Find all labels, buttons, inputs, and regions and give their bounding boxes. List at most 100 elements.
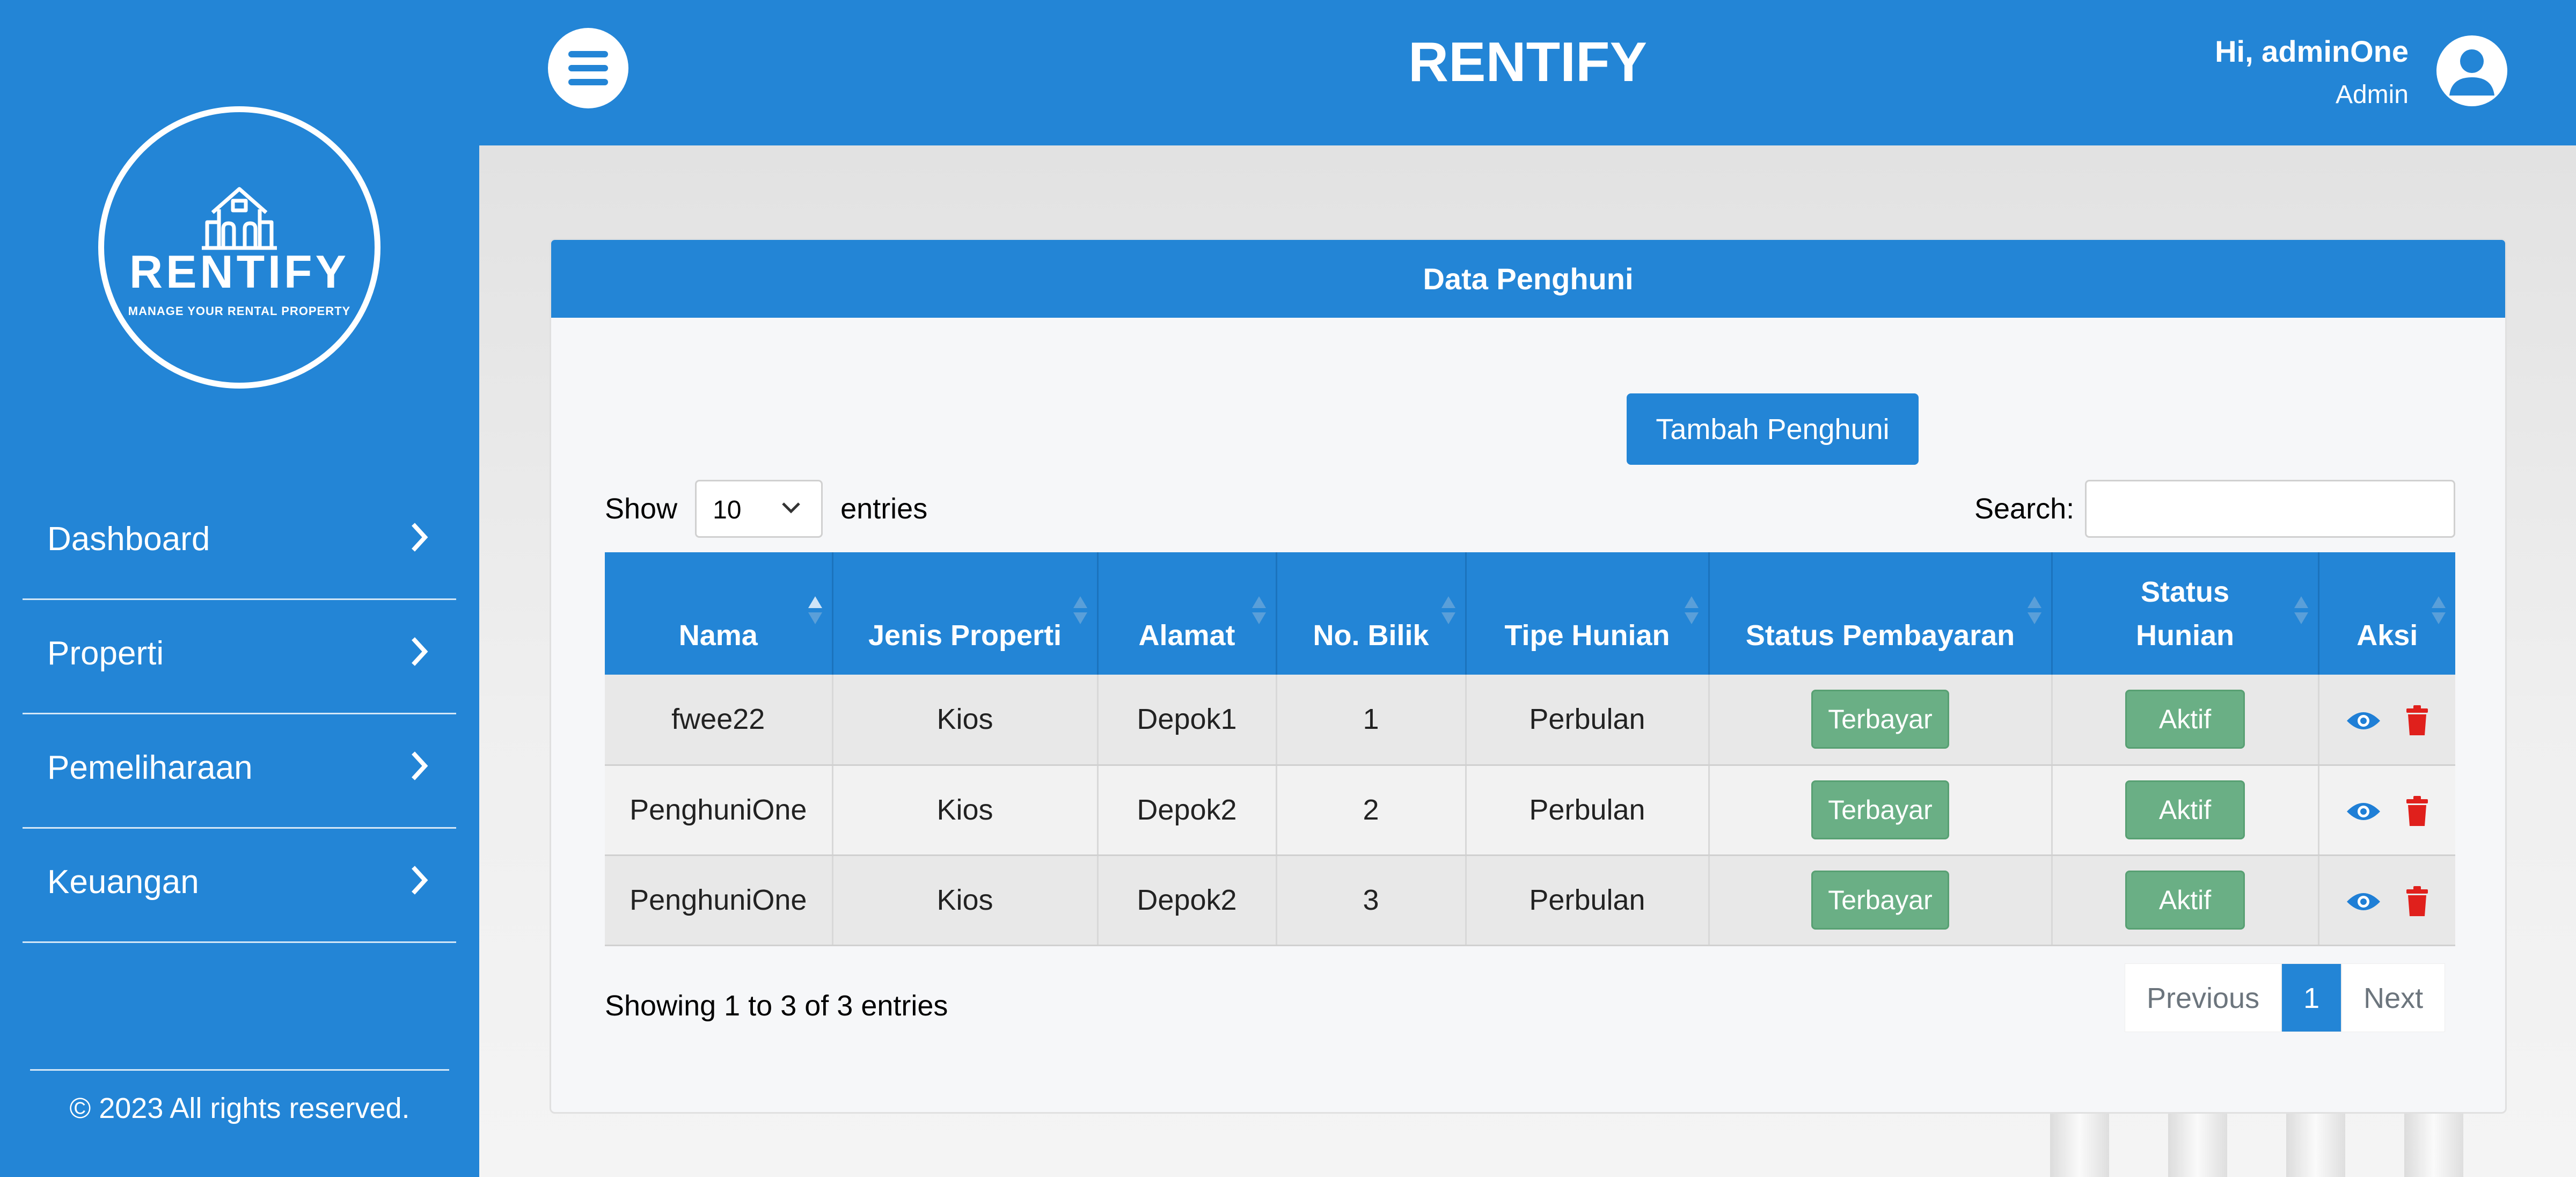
column-header-aksi[interactable]: Aksi (2318, 552, 2455, 675)
column-header-label: Alamat (1138, 619, 1235, 652)
column-header-label: Status Hunian (2136, 576, 2234, 652)
add-penghuni-button[interactable]: Tambah Penghuni (1627, 393, 1919, 465)
occupancy-status-badge: Aktif (2125, 690, 2245, 749)
search-input[interactable] (2085, 480, 2455, 538)
column-header-jenis-properti[interactable]: Jenis Properti (832, 552, 1099, 675)
sidebar-item-pemeliharaan[interactable]: Pemeliharaan (23, 714, 456, 829)
column-header-alamat[interactable]: Alamat (1097, 552, 1277, 675)
table-info: Showing 1 to 3 of 3 entries (605, 990, 948, 1022)
data-penghuni-card: Data Penghuni Tambah Penghuni Show 10 en… (550, 238, 2507, 1114)
show-label: Show (605, 493, 678, 525)
entries-length-control: Show 10 entries (605, 480, 927, 538)
sidebar-item-label: Dashboard (47, 521, 210, 558)
pagination: Previous 1 Next (2125, 963, 2446, 1032)
cell-status-pembayaran: Terbayar (1709, 675, 2053, 766)
column-header-nama[interactable]: Nama (605, 552, 833, 675)
cell-aksi (2318, 765, 2455, 856)
pagination-next[interactable]: Next (2341, 963, 2446, 1032)
search-label: Search: (1974, 493, 2075, 525)
brand-logo: RENTIFY MANAGE YOUR RENTAL PROPERTY (98, 106, 380, 389)
sort-icon (2294, 596, 2308, 624)
logo-wordmark: RENTIFY (129, 246, 349, 298)
chevron-right-icon (412, 523, 428, 552)
cell-nama: PenghuniOne (605, 855, 833, 946)
column-header-status-hunian[interactable]: Status Hunian (2052, 552, 2319, 675)
background-decoration (2404, 1111, 2463, 1177)
sidebar-item-label: Properti (47, 635, 164, 672)
user-greeting: Hi, adminOne (2215, 34, 2409, 68)
chevron-right-icon (412, 866, 428, 895)
entries-select-value: 10 (713, 496, 742, 524)
sidebar-footer: © 2023 All rights reserved. (30, 1069, 449, 1126)
sort-icon (2432, 596, 2446, 624)
table-row: PenghuniOne Kios Depok2 3 Perbulan Terba… (605, 855, 2455, 946)
column-header-tipe-hunian[interactable]: Tipe Hunian (1466, 552, 1710, 675)
cell-no-bilik: 3 (1276, 855, 1467, 946)
sort-ascending-icon (808, 596, 822, 624)
pagination-page-current[interactable]: 1 (2281, 963, 2342, 1032)
cell-alamat: Depok1 (1097, 675, 1277, 766)
column-header-label: Tipe Hunian (1504, 619, 1670, 652)
user-avatar[interactable] (2436, 35, 2507, 106)
cell-nama: fwee22 (605, 675, 833, 766)
column-header-label: Status Pembayaran (1745, 619, 2015, 652)
column-header-no-bilik[interactable]: No. Bilik (1276, 552, 1467, 675)
sidebar: RENTIFY MANAGE YOUR RENTAL PROPERTY Dash… (0, 0, 479, 1177)
occupancy-status-badge: Aktif (2125, 780, 2245, 839)
column-header-label: No. Bilik (1313, 619, 1429, 652)
cell-tipe-hunian: Perbulan (1466, 855, 1710, 946)
entries-label: entries (840, 493, 928, 525)
eye-icon[interactable] (2346, 890, 2381, 913)
cell-status-hunian: Aktif (2052, 675, 2319, 766)
chevron-right-icon (412, 637, 428, 666)
payment-status-badge: Terbayar (1811, 780, 1949, 839)
background-decoration (2050, 1111, 2109, 1177)
user-role: Admin (2335, 81, 2409, 109)
trash-icon[interactable] (2405, 886, 2429, 917)
chevron-right-icon (412, 751, 428, 780)
cell-jenis-properti: Kios (832, 855, 1099, 946)
sidebar-item-properti[interactable]: Properti (23, 600, 456, 714)
user-circle-icon (2449, 49, 2494, 96)
table-row: PenghuniOne Kios Depok2 2 Perbulan Terba… (605, 765, 2455, 856)
cell-status-hunian: Aktif (2052, 765, 2319, 856)
payment-status-badge: Terbayar (1811, 690, 1949, 749)
sidebar-item-label: Keuangan (47, 864, 199, 901)
cell-no-bilik: 2 (1276, 765, 1467, 856)
cell-nama: PenghuniOne (605, 765, 833, 856)
table-header-row: Nama Jenis Properti Alamat No. Bilik Tip… (605, 552, 2455, 675)
column-header-status-pembayaran[interactable]: Status Pembayaran (1709, 552, 2053, 675)
cell-jenis-properti: Kios (832, 765, 1099, 856)
top-bar: RENTIFY Hi, adminOne Admin (479, 0, 2576, 145)
sort-icon (1073, 596, 1087, 624)
column-header-label: Aksi (2357, 619, 2418, 652)
entries-select[interactable]: 10 (695, 480, 823, 538)
background-decoration (2168, 1111, 2227, 1177)
cell-status-pembayaran: Terbayar (1709, 765, 2053, 856)
cell-tipe-hunian: Perbulan (1466, 675, 1710, 766)
cell-status-pembayaran: Terbayar (1709, 855, 2053, 946)
pagination-previous[interactable]: Previous (2125, 963, 2282, 1032)
table-row: fwee22 Kios Depok1 1 Perbulan Terbayar A… (605, 675, 2455, 766)
cell-aksi (2318, 675, 2455, 766)
eye-icon[interactable] (2346, 800, 2381, 823)
sort-icon (2027, 596, 2041, 624)
background-decoration (2286, 1111, 2345, 1177)
chevron-down-icon (782, 502, 800, 514)
cell-tipe-hunian: Perbulan (1466, 765, 1710, 856)
payment-status-badge: Terbayar (1811, 871, 1949, 930)
sort-icon (1684, 596, 1699, 624)
sidebar-item-label: Pemeliharaan (47, 749, 253, 786)
occupancy-status-badge: Aktif (2125, 871, 2245, 930)
cell-alamat: Depok2 (1097, 855, 1277, 946)
column-header-label: Jenis Properti (868, 619, 1062, 652)
trash-icon[interactable] (2405, 705, 2429, 736)
cell-alamat: Depok2 (1097, 765, 1277, 856)
house-icon (202, 187, 277, 250)
cell-jenis-properti: Kios (832, 675, 1099, 766)
trash-icon[interactable] (2405, 795, 2429, 827)
eye-icon[interactable] (2346, 709, 2381, 733)
sidebar-item-dashboard[interactable]: Dashboard (23, 486, 456, 600)
sidebar-item-keuangan[interactable]: Keuangan (23, 829, 456, 943)
sort-icon (1441, 596, 1455, 624)
